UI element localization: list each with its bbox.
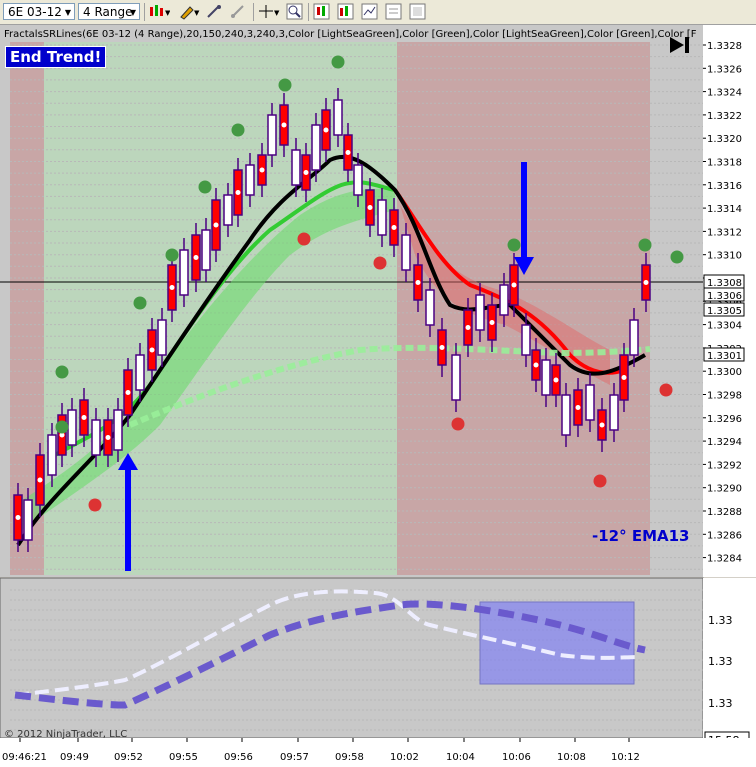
fractal-dot-red (659, 383, 673, 397)
chart-canvas: -12° EMA13 1.3328 1.3326 1.3324 1.3322 1.332… (0, 25, 756, 767)
price-axis-tick-label: 1.3304 (707, 321, 742, 332)
toolbar-separator (253, 3, 254, 21)
time-axis-tick-label: 09:56 (224, 752, 253, 763)
price-axis-tick-label: 1.3292 (707, 460, 742, 471)
toolbar-separator (308, 3, 309, 21)
price-axis-tick-label: 1.3300 (707, 367, 742, 378)
indicator-params-label: FractalsSRLines(6E 03-12 (4 Range),20,15… (4, 29, 697, 40)
pencil-icon[interactable]: ▼ (178, 3, 200, 20)
price-axis-tick-label: 1.3284 (707, 554, 742, 565)
time-axis-tick-label: 09:58 (335, 752, 364, 763)
fractal-dot-green (165, 248, 179, 262)
time-axis-tick-label: 09:57 (280, 752, 309, 763)
price-marker: 1.3305 (703, 302, 745, 317)
fractal-dot-red (593, 474, 607, 488)
chart-trader-icon[interactable] (361, 3, 378, 20)
price-axis-tick-label: 1.3326 (707, 64, 742, 75)
svg-text:▼: ▼ (194, 9, 200, 17)
instrument-selector[interactable]: 6E 03-12 ▼ (3, 3, 75, 20)
time-axis-tick-label: 09:52 (114, 752, 143, 763)
time-axis-tick-label: 10:08 (557, 752, 586, 763)
price-axis-tick-label: 1.3312 (707, 227, 742, 238)
price-axis-tick-label: 1.3294 (707, 437, 742, 448)
zoom-icon[interactable] (286, 3, 303, 20)
fractal-dot-green (507, 238, 521, 252)
magnet-icon[interactable] (229, 3, 246, 20)
fractal-dot-red (297, 232, 311, 246)
fractal-dot-red (88, 498, 102, 512)
price-axis-tick-label: 1.3314 (707, 204, 742, 215)
time-axis-tick-label: 10:06 (502, 752, 531, 763)
svg-text:▼: ▼ (165, 9, 170, 17)
copyright-text: © 2012 NinjaTrader, LLC (4, 729, 127, 740)
fractal-dot-green (133, 296, 147, 310)
data-box-icon[interactable] (385, 3, 402, 20)
price-axis-tick-label: 1.3320 (707, 134, 742, 145)
fractal-dot-green (331, 55, 345, 69)
time-axis-tick-label: 09:55 (169, 752, 198, 763)
time-axis-tick-label: 10:12 (611, 752, 640, 763)
price-axis-tick-label: 1.3290 (707, 484, 742, 495)
fractal-dot-green (55, 420, 69, 434)
price-axis-tick-label: 1.3328 (707, 41, 742, 52)
chevron-down-icon: ▼ (64, 8, 71, 17)
fractal-dot-green (278, 78, 292, 92)
lower-axis-tick: 1.33 (708, 614, 733, 627)
price-marker-label: 1.3306 (707, 291, 742, 302)
fractal-dot-green (670, 250, 684, 264)
time-axis-tick-label: 09:49 (60, 752, 89, 763)
price-marker: 1.3301 (703, 347, 745, 362)
price-axis-tick-label: 1.3298 (707, 391, 742, 402)
chevron-down-icon: ▼ (129, 8, 136, 17)
price-axis-tick-label: 1.3296 (707, 414, 742, 425)
price-axis-tick-label: 1.3318 (707, 158, 742, 169)
ema-annotation: -12° EMA13 (592, 527, 689, 545)
chart-toolbar: 6E 03-12 ▼ 4 Range ▼ ▼ ▼ ▼ (0, 0, 756, 25)
price-marker: 1.3308 (703, 274, 745, 289)
fractal-dot-green (55, 365, 69, 379)
price-axis-tick-label: 1.3316 (707, 181, 742, 192)
lower-axis-tick: 1.33 (708, 655, 733, 668)
time-axis-tick-label: 10:02 (390, 752, 419, 763)
price-axis-tick-label: 1.3324 (707, 88, 742, 99)
fractal-dot-red (373, 256, 387, 270)
toolbar-separator (144, 3, 145, 21)
period-label: 4 Range (83, 5, 133, 19)
crosshair-plus-icon[interactable] (205, 3, 222, 20)
price-axis-tick-label: 1.3288 (707, 507, 742, 518)
candlestick-style-icon[interactable]: ▼ (148, 3, 170, 20)
end-trend-label: End Trend! (5, 46, 107, 68)
time-axis-tick-label: 09:46:21 (2, 752, 47, 763)
crosshair-icon[interactable]: ▼ (258, 3, 280, 20)
period-selector[interactable]: 4 Range ▼ (78, 3, 140, 20)
instrument-label: 6E 03-12 (8, 5, 62, 19)
fractal-dot-green (198, 180, 212, 194)
time-axis-tick-label: 10:04 (446, 752, 475, 763)
properties-icon[interactable] (409, 3, 426, 20)
price-axis-tick-label: 1.3310 (707, 251, 742, 262)
price-marker-label: 1.3305 (707, 306, 742, 317)
svg-text:▼: ▼ (274, 9, 280, 17)
indicators-icon[interactable] (313, 3, 330, 20)
price-marker-label: 1.3308 (707, 278, 742, 289)
fractal-dot-green (638, 238, 652, 252)
price-marker-label: 1.3301 (707, 351, 742, 362)
price-marker: 1.3306 (703, 287, 745, 302)
fractal-dot-red (451, 417, 465, 431)
strategies-icon[interactable] (337, 3, 354, 20)
price-axis-tick-label: 1.3286 (707, 530, 742, 541)
lower-axis-tick: 1.33 (708, 697, 733, 710)
fractal-dot-green (231, 123, 245, 137)
price-axis-tick-label: 1.3322 (707, 111, 742, 122)
